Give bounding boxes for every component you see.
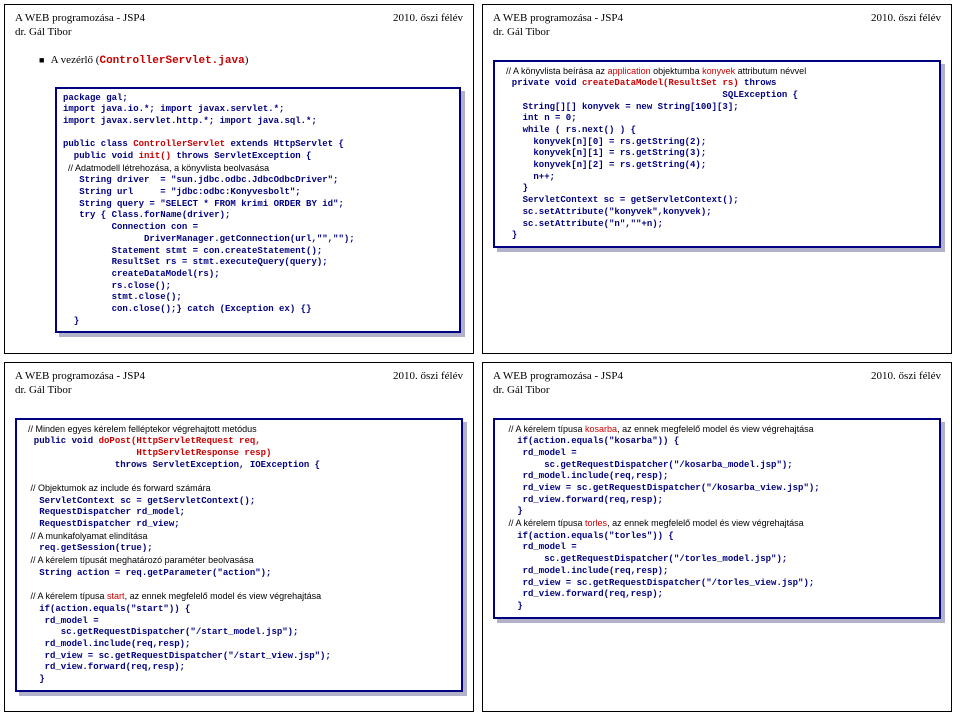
author: dr. Gál Tibor — [493, 384, 550, 396]
course-title: A WEB programozása - JSP4 — [493, 370, 623, 382]
slide1-bullet: ■ A vezérlő (ControllerServlet.java) — [39, 54, 463, 67]
slide4-code: // A kérelem típusa kosarba, az ennek me… — [493, 418, 941, 619]
slide-header: A WEB programozása - JSP4 dr. Gál Tibor … — [15, 11, 463, 40]
header-left: A WEB programozása - JSP4 dr. Gál Tibor — [15, 11, 145, 40]
author: dr. Gál Tibor — [15, 384, 72, 396]
author: dr. Gál Tibor — [493, 26, 550, 38]
slide-header: A WEB programozása - JSP4 dr. Gál Tibor … — [493, 369, 941, 398]
term: 2010. őszi félév — [393, 11, 463, 25]
author: dr. Gál Tibor — [15, 26, 72, 38]
slide-header: A WEB programozása - JSP4 dr. Gál Tibor … — [493, 11, 941, 40]
slide1-code: package gal; import java.io.*; import ja… — [55, 87, 461, 334]
slide-2: A WEB programozása - JSP4 dr. Gál Tibor … — [482, 4, 952, 354]
course-title: A WEB programozása - JSP4 — [15, 370, 145, 382]
bullet-icon: ■ — [39, 55, 44, 65]
slide2-code: // A könyvlista beírása az application o… — [493, 60, 941, 248]
slide-4: A WEB programozása - JSP4 dr. Gál Tibor … — [482, 362, 952, 712]
slide-1: A WEB programozása - JSP4 dr. Gál Tibor … — [4, 4, 474, 354]
term: 2010. őszi félév — [393, 369, 463, 383]
course-title: A WEB programozása - JSP4 — [493, 12, 623, 24]
slide-3: A WEB programozása - JSP4 dr. Gál Tibor … — [4, 362, 474, 712]
course-title: A WEB programozása - JSP4 — [15, 12, 145, 24]
bullet-text-pre: A vezérlő ( — [51, 54, 100, 66]
term: 2010. őszi félév — [871, 11, 941, 25]
term: 2010. őszi félév — [871, 369, 941, 383]
header-left: A WEB programozása - JSP4 dr. Gál Tibor — [493, 11, 623, 40]
slide3-code: // Minden egyes kérelem felléptekor végr… — [15, 418, 463, 692]
header-left: A WEB programozása - JSP4 dr. Gál Tibor — [493, 369, 623, 398]
header-left: A WEB programozása - JSP4 dr. Gál Tibor — [15, 369, 145, 398]
bullet-text-post: ) — [245, 54, 249, 66]
slide-header: A WEB programozása - JSP4 dr. Gál Tibor … — [15, 369, 463, 398]
bullet-code: ControllerServlet.java — [99, 55, 244, 67]
